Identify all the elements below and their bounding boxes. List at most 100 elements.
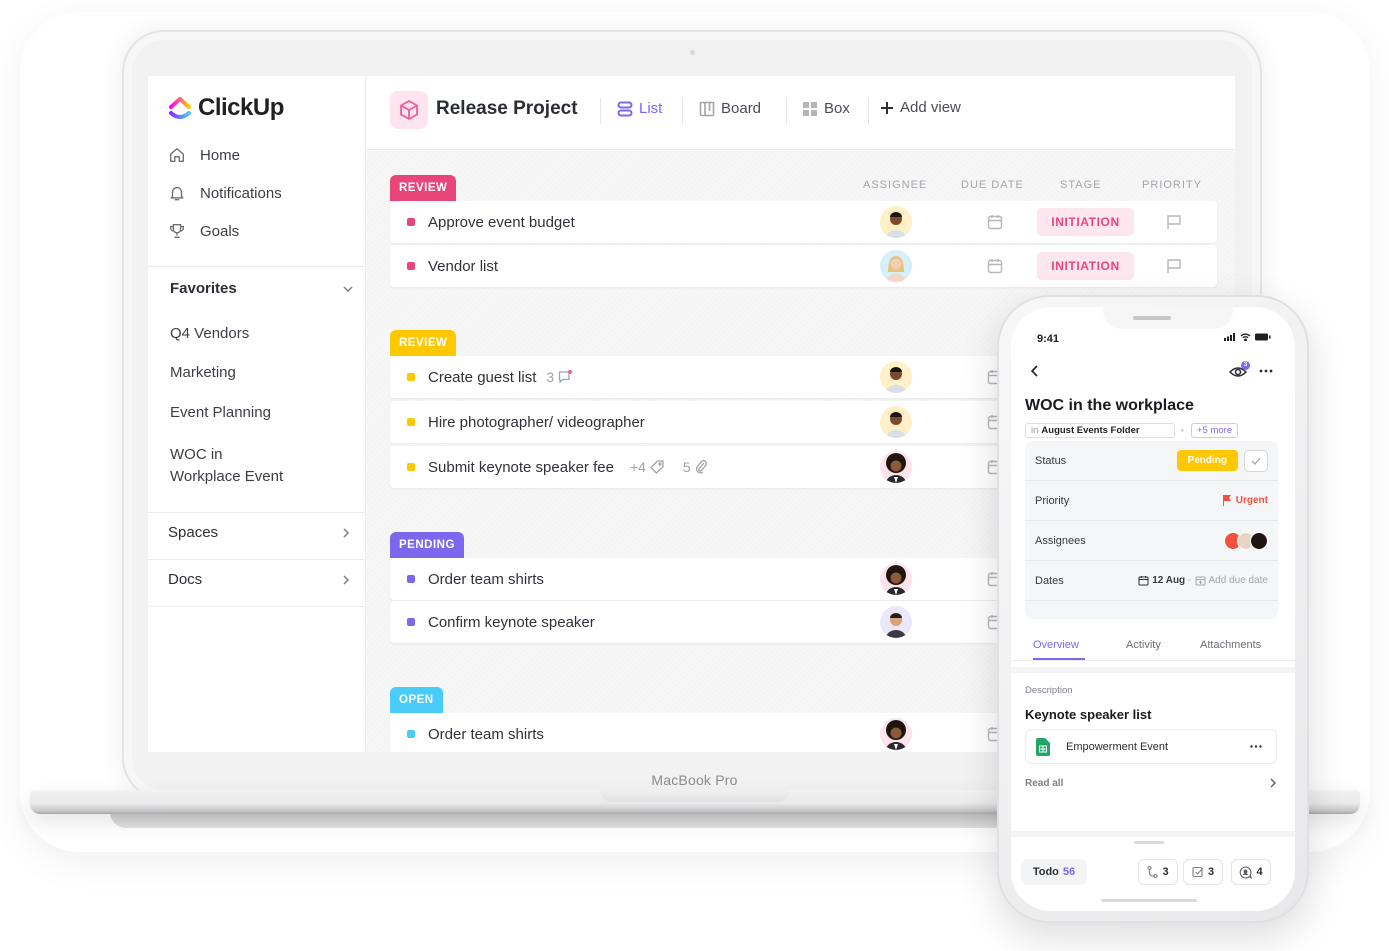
status-dot[interactable] <box>407 218 415 226</box>
doc-more-icon[interactable] <box>1250 745 1262 748</box>
subtasks-count: 3 <box>1162 866 1169 878</box>
stage-pill[interactable]: INITIATION <box>1037 252 1134 280</box>
nav-notifications-label: Notifications <box>200 184 282 202</box>
attachment-count-value: 5 <box>682 459 691 475</box>
assignee-avatar[interactable] <box>880 406 912 438</box>
status-dot[interactable] <box>407 463 415 471</box>
status-dot[interactable] <box>407 373 415 381</box>
more-options-icon[interactable] <box>1259 369 1273 373</box>
tag-count[interactable]: +4 <box>630 459 665 475</box>
calendar-icon[interactable] <box>986 257 1004 275</box>
flag-icon[interactable] <box>1165 257 1183 275</box>
tab-overview[interactable]: Overview <box>1033 639 1079 651</box>
subtasks-button[interactable]: 3 <box>1138 859 1178 885</box>
assignee-avatar[interactable] <box>880 563 912 595</box>
tab-box[interactable]: Box <box>802 100 850 117</box>
task-name[interactable]: Submit keynote speaker fee +4 5 <box>428 459 708 476</box>
phone-time: 9:41 <box>1037 333 1060 345</box>
complete-button[interactable] <box>1244 449 1268 472</box>
flag-icon[interactable] <box>1165 213 1183 231</box>
column-header-priority[interactable]: PRIORITY <box>1142 179 1202 191</box>
assignee-avatar[interactable] <box>880 451 912 483</box>
nav-goals-label: Goals <box>200 222 240 240</box>
status-dot[interactable] <box>407 730 415 738</box>
favorites-header[interactable]: Favorites <box>170 280 355 297</box>
task-name[interactable]: Hire photographer/ videographer <box>428 414 645 431</box>
property-assignees[interactable]: Assignees <box>1025 521 1278 561</box>
start-date[interactable]: 12 Aug <box>1152 575 1185 586</box>
property-priority[interactable]: Priority Urgent <box>1025 481 1278 521</box>
plus-icon <box>881 101 893 114</box>
column-header-stage[interactable]: STAGE <box>1060 179 1101 191</box>
favorite-item[interactable]: Event Planning <box>170 402 271 424</box>
folder-chip[interactable]: in August Events Folder <box>1025 423 1175 438</box>
spreadsheet-icon <box>1036 737 1050 756</box>
todo-status[interactable]: Todo 56 <box>1021 859 1087 885</box>
more-folders-chip[interactable]: +5 more <box>1191 423 1239 438</box>
tab-attachments[interactable]: Attachments <box>1200 639 1261 651</box>
tab-activity[interactable]: Activity <box>1126 639 1161 651</box>
status-dot[interactable] <box>407 262 415 270</box>
group-label-review[interactable]: REVIEW <box>390 330 457 356</box>
tab-board[interactable]: Board <box>699 100 761 117</box>
todo-count: 56 <box>1062 866 1076 878</box>
assignee-avatar[interactable] <box>880 718 912 750</box>
task-name[interactable]: Vendor list <box>428 258 498 275</box>
spaces-label: Spaces <box>168 524 219 541</box>
home-indicator <box>1101 899 1197 902</box>
property-dates[interactable]: Dates 12 Aug - Add due date <box>1025 561 1278 601</box>
comments-button[interactable]: 4 <box>1231 859 1271 885</box>
attached-doc[interactable]: Empowerment Event <box>1025 729 1277 764</box>
sidebar-spaces[interactable]: Spaces <box>168 524 353 541</box>
status-dot[interactable] <box>407 575 415 583</box>
signal-icon <box>1224 333 1235 341</box>
watchers-button[interactable]: 3 <box>1229 361 1251 379</box>
column-header-due-date[interactable]: DUE DATE <box>961 179 1024 191</box>
assignee-avatar[interactable] <box>880 250 912 282</box>
read-all-link[interactable]: Read all <box>1025 777 1277 789</box>
home-icon <box>170 148 184 162</box>
favorite-item-line2: Workplace Event <box>170 468 284 485</box>
todo-label: Todo <box>1032 866 1059 878</box>
property-status[interactable]: Status Pending <box>1025 441 1278 481</box>
task-name[interactable]: Order team shirts <box>428 726 544 743</box>
checklists-button[interactable]: 3 <box>1183 859 1223 885</box>
back-icon[interactable] <box>1029 364 1041 378</box>
sidebar-docs[interactable]: Docs <box>168 571 353 588</box>
column-header-assignee[interactable]: ASSIGNEE <box>863 179 927 191</box>
favorite-item[interactable]: Q4 Vendors <box>170 323 249 345</box>
assignee-avatar[interactable] <box>880 206 912 238</box>
task-name[interactable]: Approve event budget <box>428 214 575 231</box>
nav-home[interactable]: Home <box>168 146 240 164</box>
favorite-item[interactable]: Marketing <box>170 362 236 384</box>
tab-list[interactable]: List <box>617 100 662 117</box>
status-pill[interactable]: Pending <box>1176 450 1238 471</box>
group-label-pending[interactable]: PENDING <box>390 532 464 558</box>
attachment-count[interactable]: 5 <box>683 459 708 475</box>
favorite-item[interactable]: WOC in Workplace Event <box>170 444 283 488</box>
phone-frame: 9:41 3 WOC in the workplace in August Ev… <box>997 295 1309 923</box>
group-label-open[interactable]: OPEN <box>390 687 443 713</box>
group-label-review[interactable]: REVIEW <box>390 175 457 201</box>
detail-tabs: Overview Activity Attachments <box>1011 627 1295 661</box>
assignee-avatar-stack[interactable] <box>1224 531 1268 550</box>
task-row[interactable]: Approve event budget INITIATION <box>390 201 1217 243</box>
comment-count[interactable]: 3 <box>546 369 573 385</box>
subtask-icon <box>1147 866 1158 878</box>
nav-notifications[interactable]: Notifications <box>168 184 282 202</box>
due-date-placeholder[interactable]: Add due date <box>1209 575 1269 586</box>
assignee-avatar[interactable] <box>880 361 912 393</box>
task-name[interactable]: Order team shirts <box>428 571 544 588</box>
calendar-icon[interactable] <box>986 213 1004 231</box>
stage-pill[interactable]: INITIATION <box>1037 208 1134 236</box>
clickup-logo[interactable]: ClickUp <box>168 94 284 122</box>
task-name[interactable]: Create guest list 3 <box>428 369 573 386</box>
task-row[interactable]: Vendor list INITIATION <box>390 245 1217 287</box>
status-dot[interactable] <box>407 418 415 426</box>
nav-goals[interactable]: Goals <box>168 222 239 240</box>
status-dot[interactable] <box>407 618 415 626</box>
add-view-button[interactable]: Add view <box>880 99 961 116</box>
task-name[interactable]: Confirm keynote speaker <box>428 614 595 631</box>
view-separator <box>600 98 601 124</box>
assignee-avatar[interactable] <box>880 606 912 638</box>
